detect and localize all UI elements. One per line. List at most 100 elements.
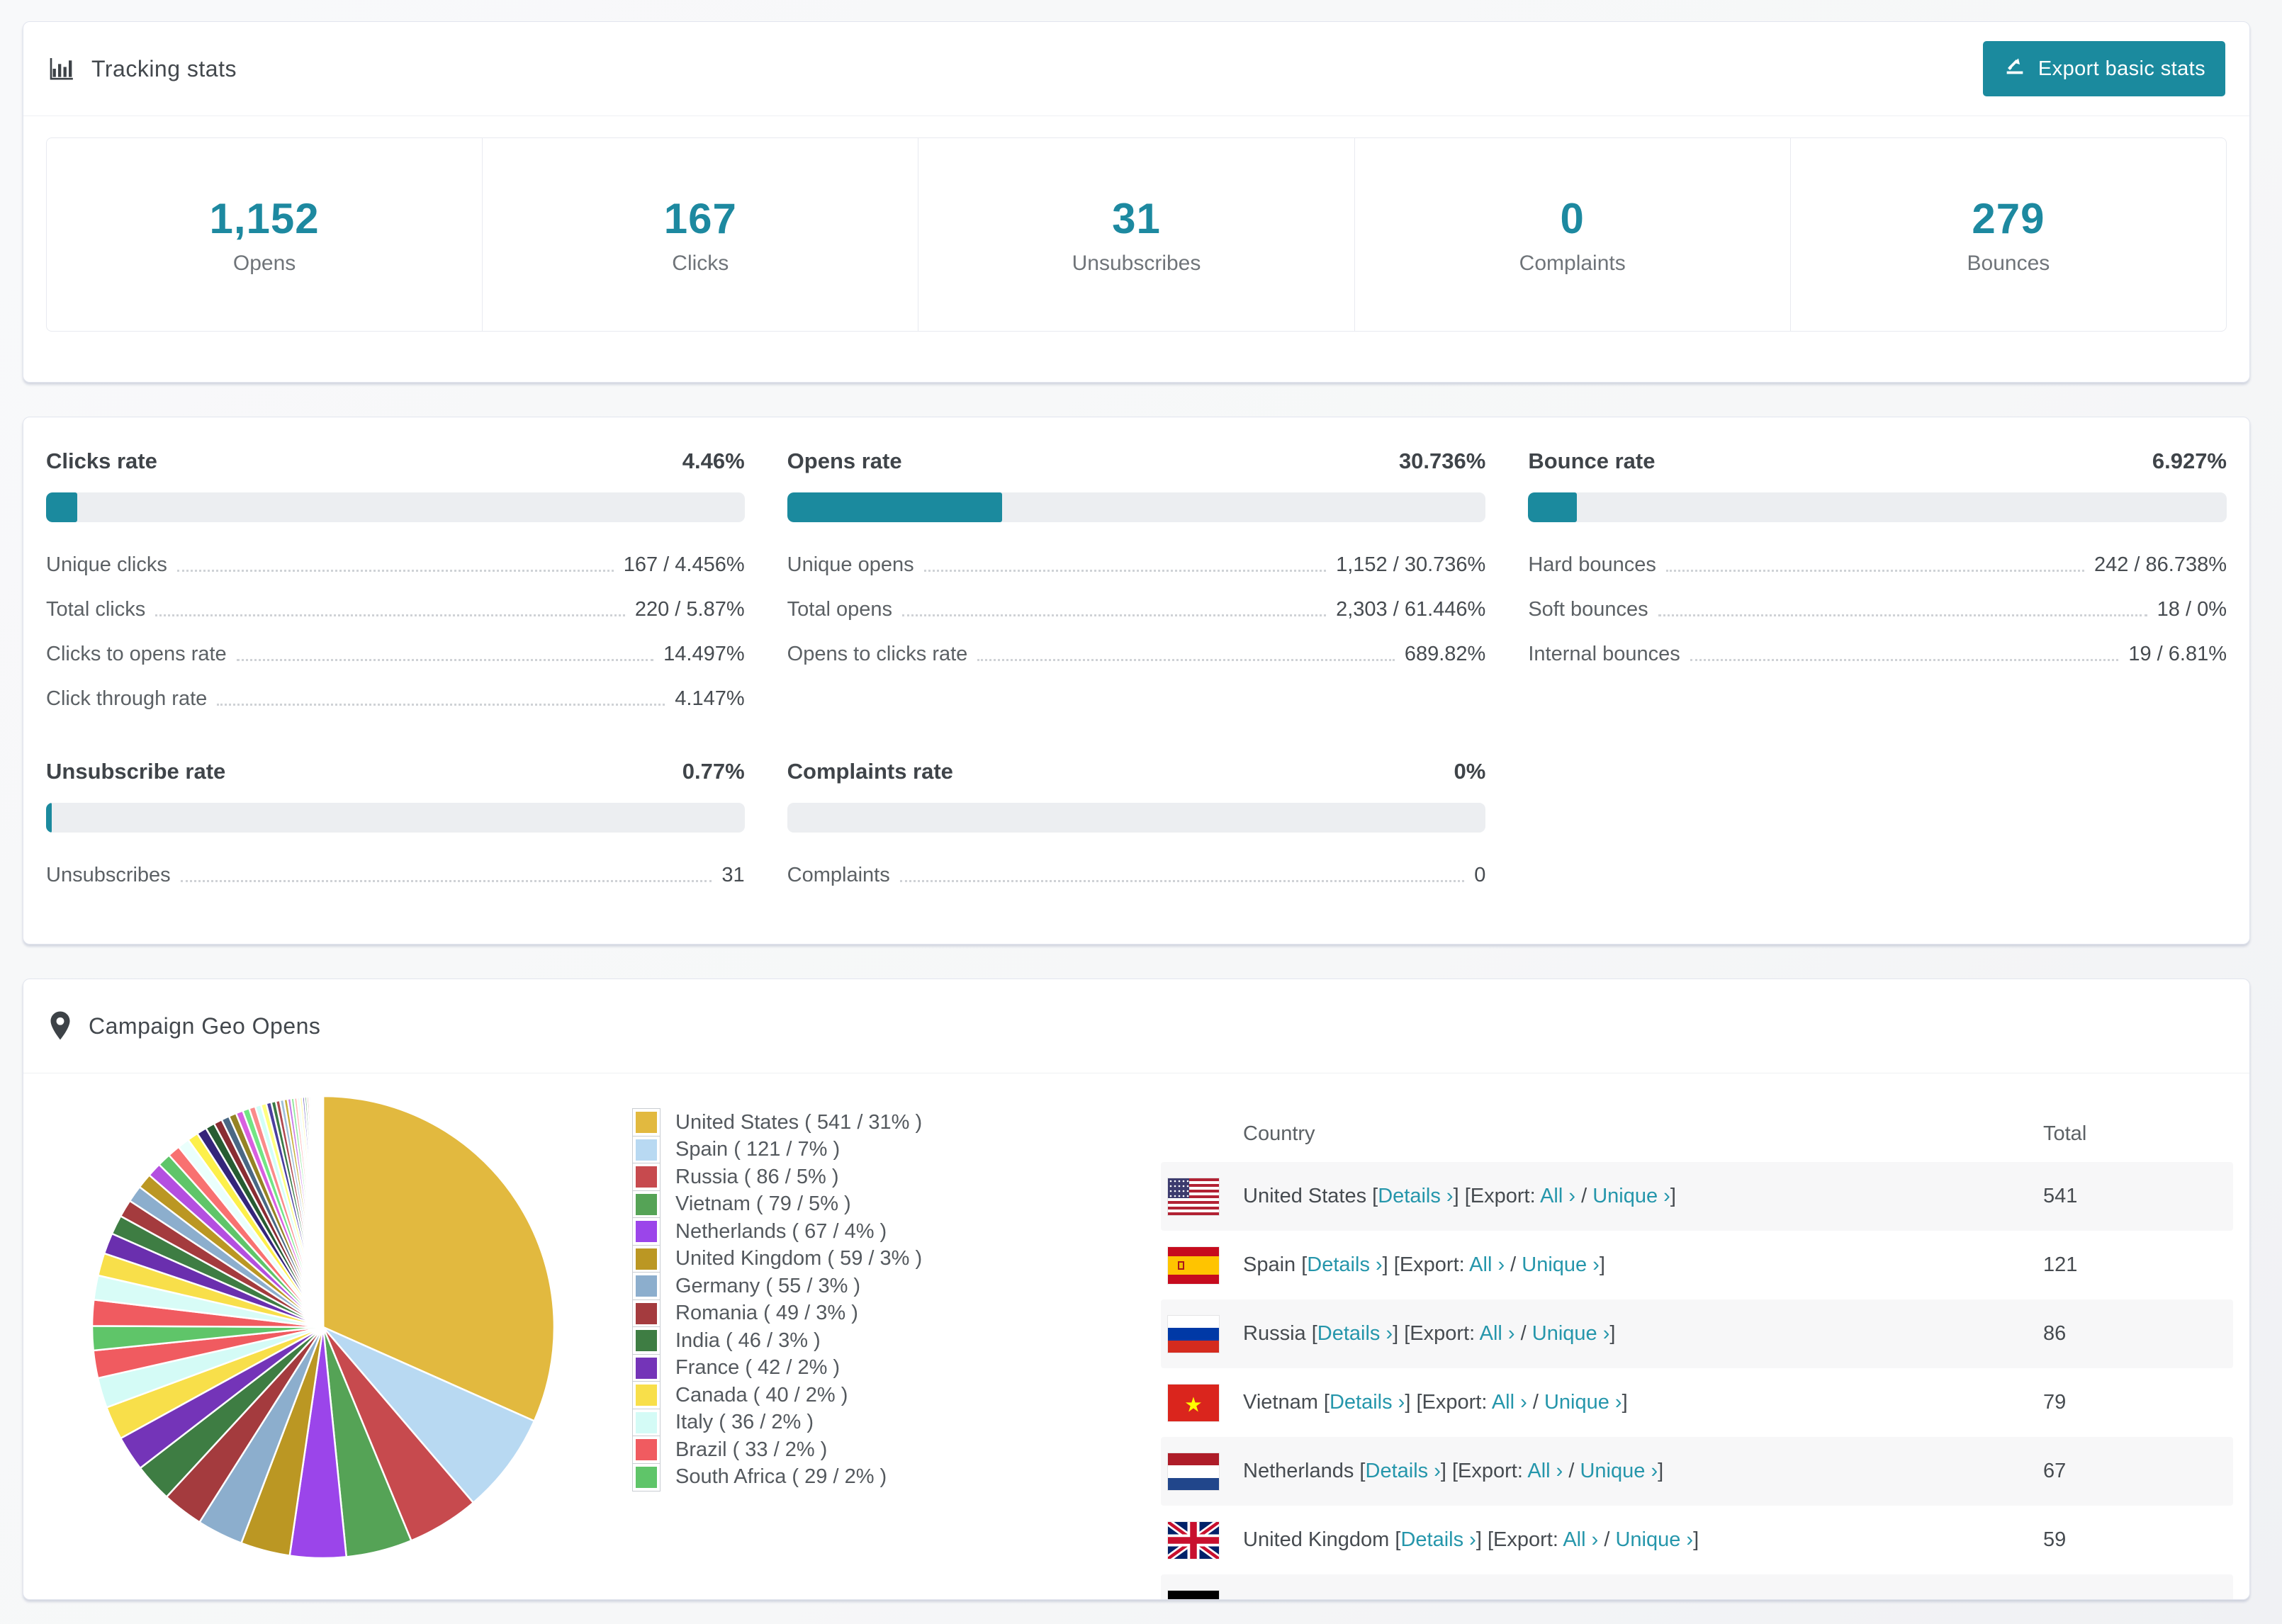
legend-swatch (633, 1109, 660, 1137)
details-link[interactable]: Details › (1378, 1185, 1453, 1207)
export-all-link[interactable]: All › (1469, 1253, 1505, 1276)
legend-label: France ( 42 / 2% ) (675, 1356, 841, 1380)
bracket-text: ] (1621, 1391, 1628, 1414)
rate-row: Hard bounces 242 / 86.738% (1528, 553, 2227, 577)
legend-item-us: United States ( 541 / 31% ) (633, 1109, 922, 1137)
stat-cell-complaints: 0 Complaints (1355, 138, 1791, 331)
country-cell: Vietnam [Details ›] [Export: All › / Uni… (1219, 1391, 2043, 1414)
geo-pie-chart[interactable] (89, 1093, 557, 1561)
stat-label: Bounces (1967, 251, 2050, 275)
rate-row-value: 220 / 5.87% (634, 598, 745, 621)
table-row-ru: Russia [Details ›] [Export: All › / Uniq… (1161, 1299, 2233, 1368)
pie-slice-61[interactable] (321, 1095, 325, 1328)
rate-row-label: Hard bounces (1528, 553, 1656, 576)
flag-ru-icon (1168, 1315, 1219, 1353)
details-link[interactable]: Details › (1330, 1391, 1405, 1414)
export-all-link[interactable]: All › (1563, 1528, 1598, 1551)
export-unique-link[interactable]: Unique › (1580, 1460, 1658, 1482)
legend-item-fr: France ( 42 / 2% ) (633, 1354, 922, 1382)
rate-head: Clicks rate 4.46% (46, 449, 745, 474)
bracket-text: ] [Export: (1415, 1597, 1502, 1599)
details-link[interactable]: Details › (1366, 1460, 1441, 1482)
country-cell: United States [Details ›] [Export: All ›… (1219, 1185, 2043, 1208)
rate-row: Unique opens 1,152 / 30.736% (787, 553, 1486, 577)
legend-item-br: Brazil ( 33 / 2% ) (633, 1436, 922, 1464)
export-unique-link[interactable]: Unique › (1544, 1391, 1622, 1414)
geo-body: United States ( 541 / 31% ) Spain ( 121 /… (23, 1073, 2249, 1599)
dotted-leader (977, 659, 1395, 661)
rate-row-label: Internal bounces (1528, 643, 1680, 665)
slash-text: / (1514, 1322, 1532, 1345)
legend-item-za: South Africa ( 29 / 2% ) (633, 1463, 922, 1492)
legend-label: Romania ( 49 / 3% ) (675, 1302, 858, 1325)
rate-row: Total clicks 220 / 5.87% (46, 598, 745, 621)
details-link[interactable]: Details › (1339, 1597, 1414, 1599)
export-all-link[interactable]: All › (1492, 1391, 1527, 1414)
total-cell: 86 (2043, 1322, 2067, 1345)
geo-table: Country Total United States [Details ›] … (1161, 1105, 2233, 1599)
legend-item-ca: Canada ( 40 / 2% ) (633, 1382, 922, 1409)
rate-title: Complaints rate (787, 759, 953, 784)
legend-label: Netherlands ( 67 / 4% ) (675, 1219, 887, 1243)
rate-block-clicks-rate: Clicks rate 4.46% Unique clicks 167 / 4.456… (46, 449, 745, 711)
legend-swatch (633, 1245, 660, 1273)
rate-value: 30.736% (1398, 449, 1486, 473)
rate-rows: Unique opens 1,152 / 30.736% Total opens 2,… (787, 553, 1486, 666)
pie-legend: United States ( 541 / 31% ) Spain ( 121 /… (633, 1109, 922, 1491)
legend-swatch (633, 1163, 660, 1191)
stats-summary-box: 1,152 Opens 167 Clicks 31 Unsubscribes 0 Compla… (46, 137, 2227, 332)
export-unique-link[interactable]: Unique › (1522, 1253, 1600, 1276)
rate-row-value: 0 (1474, 864, 1486, 886)
rate-head: Unsubscribe rate 0.77% (46, 759, 745, 784)
rate-row-label: Unique clicks (46, 553, 167, 576)
country-cell: Germany [Details ›] [Export: All › / Uni… (1219, 1597, 2043, 1599)
details-link[interactable]: Details › (1317, 1322, 1393, 1345)
bracket-text: ] (1658, 1460, 1664, 1482)
country-cell: Spain [Details ›] [Export: All › / Uniqu… (1219, 1253, 2043, 1277)
rate-row-label: Soft bounces (1528, 598, 1648, 621)
export-all-link[interactable]: All › (1527, 1460, 1563, 1482)
bracket-text: ] (1609, 1322, 1616, 1345)
export-basic-stats-button[interactable]: Export basic stats (1982, 41, 2225, 96)
export-unique-link[interactable]: Unique › (1592, 1185, 1670, 1207)
table-row-gb: United Kingdom [Details ›] [Export: All … (1161, 1506, 2233, 1574)
country-cell: Russia [Details ›] [Export: All › / Uniq… (1219, 1322, 2043, 1346)
details-link[interactable]: Details › (1307, 1253, 1382, 1276)
rate-row-value: 4.147% (675, 687, 745, 710)
export-all-link[interactable]: All › (1540, 1185, 1575, 1207)
flag-es-icon (1168, 1246, 1219, 1284)
bracket-text: ] [Export: (1440, 1460, 1528, 1482)
rate-rows: Hard bounces 242 / 86.738% Soft bounces 18 … (1528, 553, 2227, 666)
stat-value: 1,152 (209, 194, 320, 242)
stat-cell-unsubscribes: 31 Unsubscribes (918, 138, 1355, 331)
export-unique-link[interactable]: Unique › (1615, 1528, 1693, 1551)
rate-row-value: 31 (721, 864, 745, 886)
rate-row-label: Total opens (787, 598, 892, 621)
rate-title: Unsubscribe rate (46, 759, 226, 784)
dotted-leader (180, 880, 712, 882)
details-link[interactable]: Details › (1400, 1528, 1476, 1551)
export-unique-link[interactable]: Unique › (1553, 1597, 1631, 1599)
bracket-text: ] (1693, 1528, 1699, 1551)
dotted-leader (155, 614, 625, 616)
geo-opens-header: Campaign Geo Opens (23, 979, 2249, 1073)
dotted-leader (899, 880, 1465, 882)
export-all-link[interactable]: All › (1501, 1597, 1536, 1599)
rate-row-value: 242 / 86.738% (2093, 553, 2227, 576)
rate-progress-bar (46, 492, 745, 522)
rate-row-value: 19 / 6.81% (2128, 643, 2227, 665)
total-cell: 67 (2043, 1460, 2067, 1482)
rate-rows: Unsubscribes 31 (46, 864, 745, 887)
export-all-link[interactable]: All › (1480, 1322, 1515, 1345)
legend-item-ro: Romania ( 49 / 3% ) (633, 1299, 922, 1328)
export-unique-link[interactable]: Unique › (1532, 1322, 1610, 1345)
slash-text: / (1527, 1391, 1544, 1414)
bracket-text: ] (1631, 1597, 1637, 1599)
rate-title: Opens rate (787, 449, 902, 473)
rate-value: 6.927% (2152, 449, 2227, 473)
legend-label: United States ( 541 / 31% ) (675, 1110, 923, 1134)
legend-label: Spain ( 121 / 7% ) (675, 1138, 841, 1161)
rate-rows: Complaints 0 (787, 864, 1486, 887)
total-cell: 59 (2043, 1528, 2067, 1551)
rate-title: Bounce rate (1528, 449, 1656, 473)
